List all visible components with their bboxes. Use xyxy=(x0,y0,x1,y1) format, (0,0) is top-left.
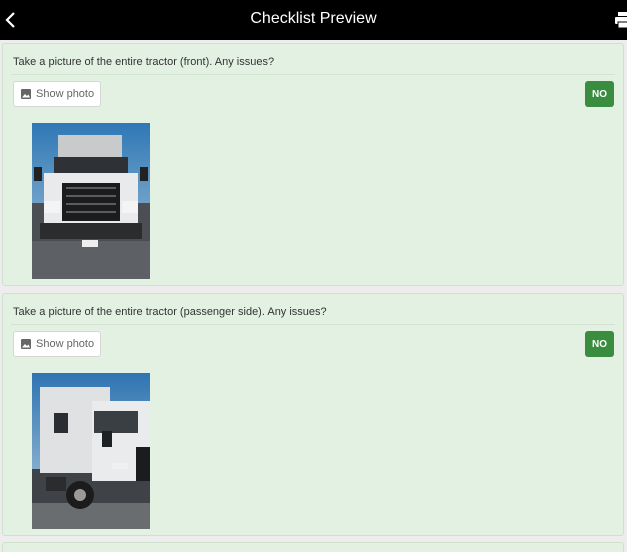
tractor-front-photo[interactable] xyxy=(32,123,150,279)
image-icon xyxy=(21,89,31,99)
question-text: Take a picture of the entire tractor (pa… xyxy=(13,306,327,318)
checklist-content[interactable]: Take a picture of the entire tractor (fr… xyxy=(0,40,627,552)
question-text: Take a picture of the entire tractor (fr… xyxy=(13,56,275,68)
tractor-side-photo[interactable] xyxy=(32,373,150,529)
page-title: Checklist Preview xyxy=(250,10,377,27)
checklist-item: Take a picture of the entire tractor (fr… xyxy=(2,43,624,286)
divider xyxy=(11,324,615,325)
app-header: Checklist Preview xyxy=(0,0,627,40)
answer-badge: NO xyxy=(585,81,614,107)
show-photo-label: Show photo xyxy=(36,338,95,350)
answer-badge: NO xyxy=(585,331,614,357)
printer-icon[interactable] xyxy=(614,11,627,29)
show-photo-button[interactable]: Show photo xyxy=(13,331,101,357)
image-icon xyxy=(21,339,31,349)
divider xyxy=(11,74,615,75)
show-photo-label: Show photo xyxy=(36,88,95,100)
checklist-item: Take a picture of the entire tractor (pa… xyxy=(2,293,624,536)
show-photo-button[interactable]: Show photo xyxy=(13,81,101,107)
checklist-item-partial xyxy=(2,542,624,552)
